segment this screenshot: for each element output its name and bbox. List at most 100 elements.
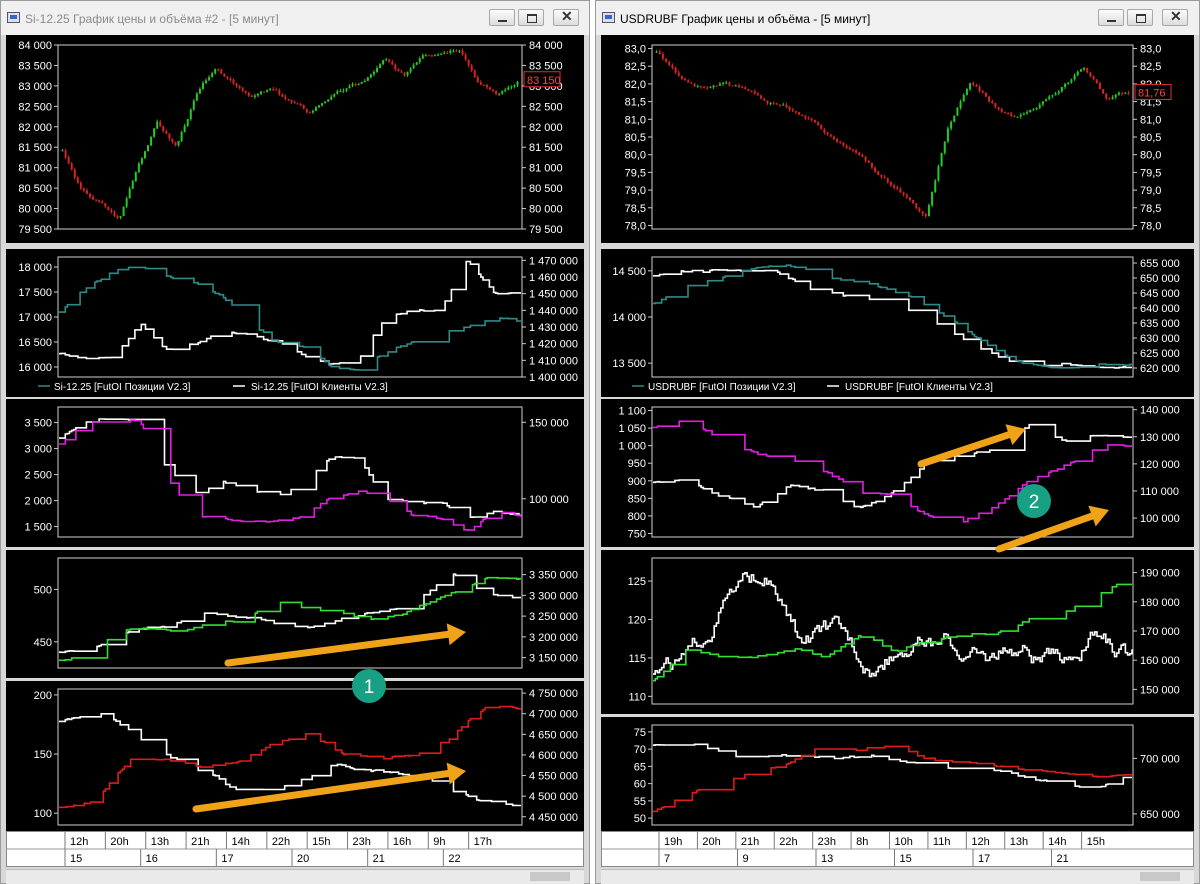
candle-body (896, 187, 899, 189)
candle-body (661, 54, 664, 59)
chart-panel-futoi-2: 1 100 1 050 1 000 950 900 850 800 750 140 000 130… (601, 399, 1194, 547)
scrollbar-thumb[interactable] (530, 872, 570, 881)
candle-body (912, 200, 915, 204)
y-tick-label-right: 700 000 (1140, 753, 1180, 765)
horizontal-scrollbar[interactable] (6, 869, 584, 884)
y-tick-label-right: 650 000 (1140, 809, 1180, 821)
candle-body (747, 89, 750, 91)
y-tick-label-right: 640 000 (1140, 303, 1180, 315)
candle-body (412, 64, 415, 69)
y-tick-label-left: 100 (34, 808, 52, 820)
y-tick-label-left: 150 (34, 749, 52, 761)
candle-body (495, 90, 498, 94)
candle-body (810, 119, 813, 121)
candle-body (959, 101, 962, 108)
y-tick-label-left: 16 500 (18, 337, 52, 349)
y-tick-label-right: 79,0 (1140, 185, 1161, 197)
candle-body (464, 54, 467, 60)
last-price-label: 83 150 (527, 75, 561, 87)
y-tick-label-right: 3 350 000 (529, 570, 578, 582)
candle-body (79, 182, 82, 189)
close-button[interactable]: ✕ (1162, 8, 1188, 26)
legend-entry: Si-12.25 [FutOI Клиенты V2.3] (251, 382, 388, 393)
left-titlebar[interactable]: Si-12.25 График цены и объёма #2 - [5 ми… (1, 1, 589, 35)
y-tick-label-left: 2 500 (24, 470, 52, 482)
candle-body (927, 205, 930, 217)
y-tick-label-right: 100 000 (1140, 513, 1180, 525)
day-label: 21 (1057, 853, 1069, 865)
candle-body (978, 86, 981, 91)
y-tick-label-left: 110 (628, 691, 646, 703)
candle-body (409, 68, 412, 72)
candle-body (658, 51, 661, 55)
candle-body (446, 52, 449, 54)
y-tick-label-right: 1 420 000 (529, 339, 578, 351)
candle-body (915, 203, 918, 208)
minimize-button[interactable] (489, 9, 515, 26)
y-tick-label-left: 500 (34, 584, 52, 596)
day-label: 20 (297, 853, 309, 865)
candle-body (807, 118, 810, 120)
horizontal-scrollbar[interactable] (601, 869, 1194, 884)
y-tick-label-right: 3 250 000 (529, 611, 578, 623)
y-tick-label-right: 82,5 (1140, 61, 1161, 73)
candle-body (934, 180, 937, 192)
candle-body (516, 82, 519, 86)
candle-body (1038, 104, 1041, 108)
candle-body (826, 132, 829, 135)
candle-body (302, 105, 305, 109)
day-label: 15 (70, 853, 82, 865)
candle-body (470, 65, 473, 71)
y-tick-label-right: 170 000 (1140, 626, 1180, 638)
scrollbar-thumb[interactable] (1140, 872, 1180, 881)
y-tick-label-left: 14 000 (612, 312, 646, 324)
y-tick-label-left: 81,5 (625, 97, 646, 109)
left-chart-window: Si-12.25 График цены и объёма #2 - [5 ми… (0, 0, 590, 884)
y-tick-label-left: 750 (628, 528, 646, 540)
candle-body (305, 108, 308, 113)
candle-body (324, 101, 327, 104)
panel-background (6, 249, 584, 397)
hour-label: 23h (818, 836, 836, 848)
candle-body (67, 157, 70, 164)
candle-body (388, 59, 391, 62)
left-chart-panels[interactable]: 84 00084 00083 50083 50083 00083 00082 5… (6, 35, 585, 884)
y-tick-label-left: 80 500 (18, 183, 52, 195)
day-label: 21 (373, 853, 385, 865)
candle-body (449, 50, 452, 53)
candle-body (308, 112, 311, 114)
y-tick-label-right: 630 000 (1140, 333, 1180, 345)
candle-body (782, 104, 785, 106)
candle-body (1098, 83, 1101, 90)
minimize-button[interactable] (1098, 9, 1124, 26)
right-titlebar[interactable]: USDRUBF График цены и объёма - [5 минут]… (596, 1, 1199, 35)
y-tick-label-right: 80,5 (1140, 132, 1161, 144)
candle-body (241, 87, 244, 91)
candle-body (180, 132, 183, 142)
candle-body (64, 150, 67, 158)
day-label: 16 (146, 853, 158, 865)
y-tick-label-left: 81,0 (625, 114, 646, 126)
candle-body (715, 85, 718, 87)
y-tick-label-right: 1 440 000 (529, 305, 578, 317)
right-chart-panels[interactable]: 83,083,082,582,582,082,081,581,581,081,0… (601, 35, 1195, 884)
candle-body (817, 122, 820, 126)
hour-label: 17h (474, 836, 492, 848)
close-button[interactable]: ✕ (553, 8, 579, 26)
candle-body (750, 90, 753, 92)
candle-body (189, 109, 192, 120)
candle-body (931, 191, 934, 206)
candle-body (734, 85, 737, 87)
candle-body (311, 110, 314, 113)
candle-body (946, 128, 949, 142)
candle-body (177, 141, 180, 146)
y-tick-label-left: 83 000 (18, 81, 52, 93)
day-label: 9 (743, 853, 749, 865)
maximize-button[interactable] (518, 9, 544, 26)
hour-label: 22h (272, 836, 290, 848)
candle-body (801, 114, 804, 117)
maximize-button[interactable] (1127, 9, 1153, 26)
hour-label: 22h (779, 836, 797, 848)
candle-body (775, 103, 778, 105)
candle-body (1054, 93, 1057, 96)
